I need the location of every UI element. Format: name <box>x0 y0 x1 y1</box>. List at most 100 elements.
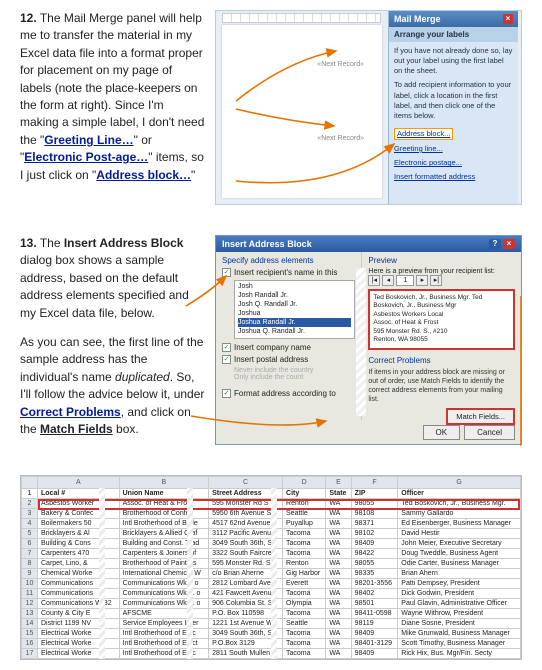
col-b[interactable]: B <box>119 477 209 489</box>
col-c[interactable]: C <box>209 477 283 489</box>
data-cell[interactable]: County & City E <box>38 609 120 619</box>
name-opt-4[interactable]: Joshua Randall Jr. <box>238 318 351 327</box>
data-cell[interactable]: Paul Glavin, Administrative Officer <box>398 599 521 609</box>
row-number[interactable]: 12 <box>22 599 38 609</box>
nav-last-icon[interactable]: ▸| <box>430 275 442 286</box>
data-cell[interactable]: Puyallup <box>283 519 326 529</box>
data-cell[interactable]: Tacoma <box>283 649 326 659</box>
row-number[interactable]: 6 <box>22 539 38 549</box>
data-cell[interactable]: WA <box>326 619 351 629</box>
data-cell[interactable]: 98119 <box>351 619 398 629</box>
header-cell[interactable]: State <box>326 489 351 499</box>
address-block-link[interactable]: Address block... <box>394 128 453 140</box>
data-cell[interactable]: Tacoma <box>283 549 326 559</box>
data-cell[interactable]: WA <box>326 579 351 589</box>
data-cell[interactable]: David Hestir <box>398 529 521 539</box>
data-cell[interactable]: Assoc. of Heat & Frost <box>119 499 209 509</box>
name-opt-3[interactable]: Joshua <box>238 309 351 318</box>
data-cell[interactable]: 98402 <box>351 589 398 599</box>
col-e[interactable]: E <box>326 477 351 489</box>
header-cell[interactable]: Local # <box>38 489 120 499</box>
data-cell[interactable]: Doug Tweddle, Business Agent <box>398 549 521 559</box>
data-cell[interactable]: Communications <box>38 589 120 599</box>
nav-first-icon[interactable]: |◂ <box>368 275 380 286</box>
data-cell[interactable]: WA <box>326 569 351 579</box>
data-cell[interactable]: Carpenters 470 <box>38 549 120 559</box>
data-cell[interactable]: International Chemical W <box>119 569 209 579</box>
row-number[interactable]: 14 <box>22 619 38 629</box>
data-cell[interactable]: Seattle <box>283 619 326 629</box>
nav-index[interactable]: 1 <box>396 275 414 286</box>
data-cell[interactable]: Communications Wkrs o <box>119 579 209 589</box>
data-cell[interactable]: Building and Const. Trad <box>119 539 209 549</box>
data-cell[interactable]: Tacoma <box>283 639 326 649</box>
col-g[interactable]: G <box>398 477 521 489</box>
data-cell[interactable]: Everett <box>283 579 326 589</box>
company-checkbox[interactable]: ✓ <box>222 343 231 352</box>
row-number[interactable]: 5 <box>22 529 38 539</box>
row-number[interactable]: 11 <box>22 589 38 599</box>
col-f[interactable]: F <box>351 477 398 489</box>
data-cell[interactable]: Renton <box>283 499 326 509</box>
data-cell[interactable]: Ed Eisenberger, Business Manager <box>398 519 521 529</box>
data-cell[interactable]: WA <box>326 639 351 649</box>
nav-prev-icon[interactable]: ◂ <box>382 275 394 286</box>
header-cell[interactable]: ZIP <box>351 489 398 499</box>
data-cell[interactable]: Service Employees Inter <box>119 619 209 629</box>
data-cell[interactable]: Rick Hix, Bus. Mgr/Fin. Secty <box>398 649 521 659</box>
data-cell[interactable]: Communications W-32 <box>38 599 120 609</box>
recipient-name-checkbox[interactable]: ✓ <box>222 268 231 277</box>
data-cell[interactable]: John Meier, Executive Secretary <box>398 539 521 549</box>
data-cell[interactable]: WA <box>326 609 351 619</box>
row-number[interactable]: 7 <box>22 549 38 559</box>
data-cell[interactable]: Electrical Worke <box>38 639 120 649</box>
data-cell[interactable]: WA <box>326 499 351 509</box>
data-cell[interactable]: 98201-3556 <box>351 579 398 589</box>
data-cell[interactable]: 98108 <box>351 509 398 519</box>
name-opt-1[interactable]: Josh Randall Jr. <box>238 291 351 300</box>
radio-never[interactable]: Never include the country <box>234 367 355 374</box>
close-icon[interactable]: × <box>503 14 513 24</box>
postal-checkbox[interactable]: ✓ <box>222 355 231 364</box>
data-cell[interactable]: Carpet, Lino, & <box>38 559 120 569</box>
data-cell[interactable]: WA <box>326 599 351 609</box>
data-cell[interactable]: Building & Cons <box>38 539 120 549</box>
ok-button[interactable]: OK <box>423 425 461 440</box>
row-number[interactable]: 1 <box>22 489 38 499</box>
data-cell[interactable]: Intl Brotherhood of Elec <box>119 649 209 659</box>
format-checkbox[interactable]: ✓ <box>222 389 231 398</box>
row-number[interactable]: 3 <box>22 509 38 519</box>
data-cell[interactable]: Chemical Worke <box>38 569 120 579</box>
data-cell[interactable]: 98411-0598 <box>351 609 398 619</box>
row-number[interactable]: 17 <box>22 649 38 659</box>
data-cell[interactable]: Gig Harbor <box>283 569 326 579</box>
row-number[interactable]: 4 <box>22 519 38 529</box>
data-cell[interactable]: Tacoma <box>283 529 326 539</box>
data-cell[interactable]: WA <box>326 589 351 599</box>
data-cell[interactable]: Electrical Worke <box>38 629 120 639</box>
data-cell[interactable]: District 1199 NV <box>38 619 120 629</box>
electronic-postage-link[interactable]: Electronic postage... <box>394 158 462 168</box>
data-cell[interactable]: 98501 <box>351 599 398 609</box>
data-cell[interactable]: Seattle <box>283 509 326 519</box>
data-cell[interactable]: WA <box>326 649 351 659</box>
data-cell[interactable]: Communications Wkrs. o <box>119 589 209 599</box>
data-cell[interactable]: 98401-3129 <box>351 639 398 649</box>
data-cell[interactable]: WA <box>326 519 351 529</box>
data-cell[interactable]: WA <box>326 629 351 639</box>
radio-only[interactable]: Only include the count <box>234 374 355 381</box>
data-cell[interactable]: Boilermakers 50 <box>38 519 120 529</box>
header-cell[interactable]: City <box>283 489 326 499</box>
name-opt-2[interactable]: Josh Q. Randall Jr. <box>238 300 351 309</box>
data-cell[interactable]: Ted Boskovich, Jr., Business Mgr. <box>398 499 521 509</box>
greeting-line-link[interactable]: Greeting line... <box>394 144 443 154</box>
data-cell[interactable]: 98055 <box>351 559 398 569</box>
row-number[interactable]: 2 <box>22 499 38 509</box>
data-cell[interactable]: 98409 <box>351 629 398 639</box>
data-cell[interactable]: Intl Brotherhood of Elect <box>119 639 209 649</box>
data-cell[interactable]: WA <box>326 529 351 539</box>
data-cell[interactable]: Diane Sosne, President <box>398 619 521 629</box>
data-cell[interactable]: Brian Ahern <box>398 569 521 579</box>
data-cell[interactable]: Intl Brotherhood of Elec <box>119 629 209 639</box>
data-cell[interactable]: Intl Brotherhood of Boile <box>119 519 209 529</box>
